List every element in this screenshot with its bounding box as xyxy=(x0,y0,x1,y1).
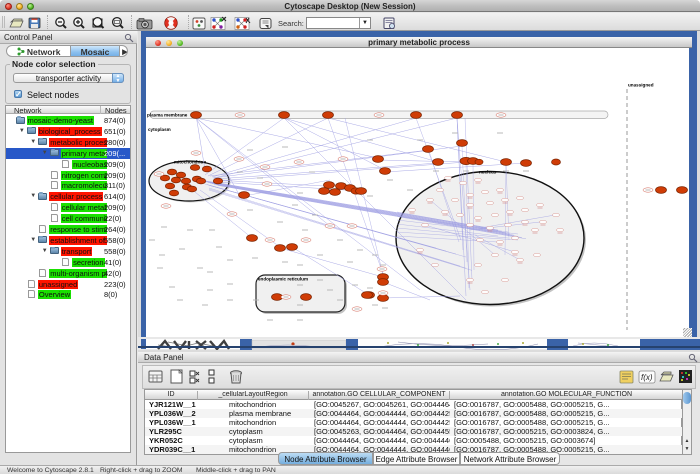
svg-text:endoplasmic reticulum: endoplasmic reticulum xyxy=(258,277,308,282)
svg-text:f(x): f(x) xyxy=(641,373,653,382)
svg-text:nucleus: nucleus xyxy=(479,170,497,175)
svg-text:cytoplasm: cytoplasm xyxy=(148,127,171,132)
svg-text:unassigned: unassigned xyxy=(628,83,654,88)
svg-text:mitochondrion: mitochondrion xyxy=(174,160,206,165)
svg-text:plasma membrane: plasma membrane xyxy=(147,113,188,118)
